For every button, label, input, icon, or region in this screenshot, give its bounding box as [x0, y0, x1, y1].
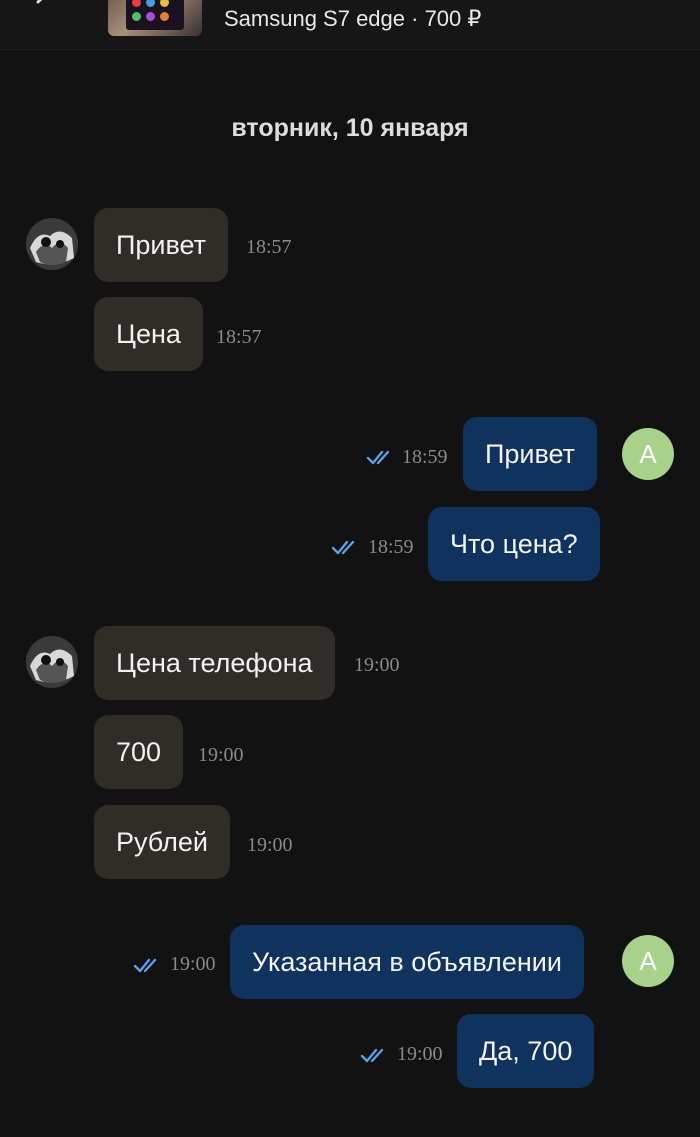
- message-bubble-incoming[interactable]: Привет: [94, 208, 229, 282]
- message-time: 18:59: [402, 446, 448, 468]
- message-text: Цена: [116, 318, 181, 349]
- message-text: 700: [116, 736, 162, 767]
- message-bubble-incoming[interactable]: Цена: [94, 297, 203, 371]
- message-bubble-incoming[interactable]: Рублей: [94, 805, 230, 879]
- message-time: 19:00: [198, 744, 244, 766]
- message-text: Цена телефона: [116, 647, 313, 678]
- listing-title[interactable]: Samsung S7 edge · 700 ₽: [224, 6, 481, 32]
- contact-photo-icon: [26, 636, 78, 688]
- message-bubble-outgoing[interactable]: Что цена?: [428, 507, 600, 581]
- contact-avatar[interactable]: [26, 636, 78, 688]
- read-double-check-icon: [366, 450, 390, 465]
- chat-header: Samsung S7 edge · 700 ₽: [0, 0, 700, 50]
- message-time: 19:00: [354, 654, 400, 676]
- message-time: 19:00: [170, 953, 216, 975]
- message-text: Привет: [485, 438, 576, 469]
- read-double-check-icon: [133, 958, 157, 973]
- own-avatar[interactable]: A: [622, 935, 674, 987]
- date-separator: вторник, 10 января: [231, 114, 469, 142]
- listing-thumbnail[interactable]: [108, 0, 202, 36]
- message-time: 19:00: [397, 1043, 443, 1065]
- message-bubble-outgoing[interactable]: Привет: [463, 417, 598, 491]
- phone-screen-image: [126, 0, 184, 30]
- message-bubble-outgoing[interactable]: Указанная в объявлении: [230, 925, 584, 999]
- back-arrow-icon[interactable]: [30, 0, 56, 14]
- message-text: Рублей: [116, 826, 208, 857]
- message-text: Да, 700: [479, 1035, 573, 1066]
- message-text: Что цена?: [450, 528, 578, 559]
- message-time: 18:57: [246, 236, 292, 258]
- own-avatar[interactable]: A: [622, 428, 674, 480]
- read-double-check-icon: [360, 1048, 384, 1063]
- message-time: 19:00: [247, 834, 293, 856]
- read-double-check-icon: [331, 540, 355, 555]
- message-text: Указанная в объявлении: [252, 946, 562, 977]
- message-text: Привет: [116, 229, 207, 260]
- contact-avatar[interactable]: [26, 218, 78, 270]
- message-time: 18:59: [368, 536, 414, 558]
- message-bubble-incoming[interactable]: Цена телефона: [94, 626, 335, 700]
- message-bubble-outgoing[interactable]: Да, 700: [457, 1014, 595, 1088]
- message-time: 18:57: [216, 326, 262, 348]
- message-bubble-incoming[interactable]: 700: [94, 715, 184, 789]
- contact-photo-icon: [26, 218, 78, 270]
